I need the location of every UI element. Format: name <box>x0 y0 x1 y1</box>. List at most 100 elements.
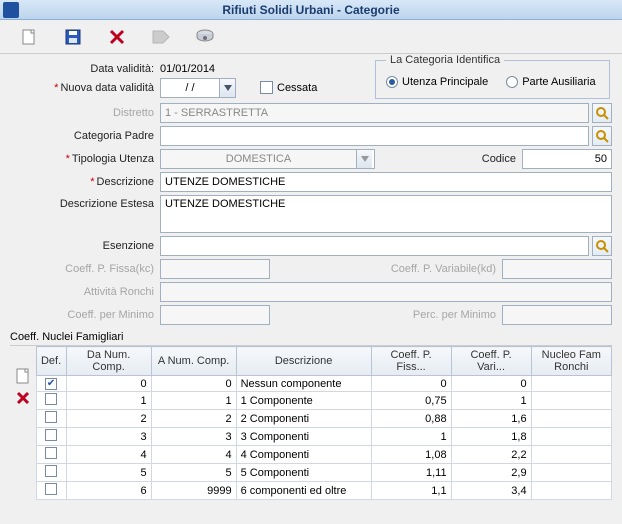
cell-da[interactable]: 4 <box>66 446 151 464</box>
row-def-checkbox[interactable] <box>45 447 57 459</box>
cell-var[interactable]: 1,8 <box>451 428 531 446</box>
cell-a[interactable]: 1 <box>151 392 236 410</box>
window-title: Rifiuti Solidi Urbani - Categorie <box>222 3 399 17</box>
cell-fiss[interactable]: 0 <box>371 376 451 392</box>
label-data-validita: Data validità: <box>10 63 160 75</box>
cell-var[interactable]: 2,2 <box>451 446 531 464</box>
cell-a[interactable]: 5 <box>151 464 236 482</box>
delete-button[interactable] <box>106 26 128 48</box>
label-attivita-ronchi: Attività Ronchi <box>10 286 160 298</box>
cell-da[interactable]: 0 <box>66 376 151 392</box>
nuova-data-input[interactable] <box>160 78 236 98</box>
cell-a[interactable]: 4 <box>151 446 236 464</box>
cell-ronchi[interactable] <box>531 410 611 428</box>
table-row[interactable]: 444 Componenti1,082,2 <box>36 446 611 464</box>
col-a-num[interactable]: A Num. Comp. <box>151 347 236 376</box>
cell-ronchi[interactable] <box>531 392 611 410</box>
tipologia-field <box>161 150 356 168</box>
tipologia-combo[interactable] <box>160 149 375 169</box>
col-da-num[interactable]: Da Num. Comp. <box>66 347 151 376</box>
cell-var[interactable]: 1 <box>451 392 531 410</box>
new-button[interactable] <box>18 26 40 48</box>
form-content: Data validità: 01/01/2014 Nuova data val… <box>0 54 622 504</box>
cell-descr[interactable]: 5 Componenti <box>236 464 371 482</box>
cell-var[interactable]: 2,9 <box>451 464 531 482</box>
cell-var[interactable]: 0 <box>451 376 531 392</box>
cell-da[interactable]: 5 <box>66 464 151 482</box>
title-bar: Rifiuti Solidi Urbani - Categorie <box>0 0 622 20</box>
descr-estesa-field[interactable]: UTENZE DOMESTICHE <box>160 195 612 233</box>
cell-da[interactable]: 1 <box>66 392 151 410</box>
cell-ronchi[interactable] <box>531 482 611 500</box>
table-row[interactable]: 699996 componenti ed oltre1,13,4 <box>36 482 611 500</box>
cell-descr[interactable]: 3 Componenti <box>236 428 371 446</box>
codice-field[interactable] <box>522 149 612 169</box>
cell-descr[interactable]: 4 Componenti <box>236 446 371 464</box>
descrizione-field[interactable] <box>160 172 612 192</box>
coeff-table[interactable]: Def. Da Num. Comp. A Num. Comp. Descrizi… <box>36 346 612 500</box>
col-ronchi[interactable]: Nucleo Fam Ronchi <box>531 347 611 376</box>
cell-fiss[interactable]: 1 <box>371 428 451 446</box>
radio-parte-ausiliaria[interactable]: Parte Ausiliaria <box>506 76 595 88</box>
cell-fiss[interactable]: 1,1 <box>371 482 451 500</box>
esenzione-search-button[interactable] <box>592 236 612 256</box>
distretto-search-button[interactable] <box>592 103 612 123</box>
esenzione-field[interactable] <box>160 236 589 256</box>
save-button[interactable] <box>62 26 84 48</box>
row-def-checkbox[interactable] <box>45 429 57 441</box>
cell-da[interactable]: 6 <box>66 482 151 500</box>
table-row[interactable]: 111 Componente0,751 <box>36 392 611 410</box>
add-row-button[interactable] <box>15 368 31 387</box>
cell-a[interactable]: 3 <box>151 428 236 446</box>
cell-da[interactable]: 2 <box>66 410 151 428</box>
cell-descr[interactable]: 1 Componente <box>236 392 371 410</box>
cell-var[interactable]: 1,6 <box>451 410 531 428</box>
cessata-label: Cessata <box>277 82 317 94</box>
label-codice: Codice <box>482 153 522 165</box>
cessata-checkbox[interactable]: Cessata <box>260 81 317 94</box>
cell-a[interactable]: 9999 <box>151 482 236 500</box>
row-def-checkbox[interactable] <box>45 411 57 423</box>
table-row[interactable]: 333 Componenti11,8 <box>36 428 611 446</box>
cell-descr[interactable]: 6 componenti ed oltre <box>236 482 371 500</box>
label-descr-estesa: Descrizione Estesa <box>10 195 160 210</box>
cell-fiss[interactable]: 1,08 <box>371 446 451 464</box>
section-coeff-nuclei: Coeff. Nuclei Famigliari <box>10 331 612 343</box>
cell-ronchi[interactable] <box>531 428 611 446</box>
table-row[interactable]: 00Nessun componente00 <box>36 376 611 392</box>
table-area: Def. Da Num. Comp. A Num. Comp. Descrizi… <box>10 345 612 500</box>
tag-button[interactable] <box>150 26 172 48</box>
radio-utenza-principale[interactable]: Utenza Principale <box>386 76 488 88</box>
row-def-checkbox[interactable] <box>45 483 57 495</box>
cell-ronchi[interactable] <box>531 376 611 392</box>
tipologia-dropdown[interactable] <box>356 150 372 168</box>
table-row[interactable]: 222 Componenti0,881,6 <box>36 410 611 428</box>
cell-a[interactable]: 0 <box>151 376 236 392</box>
cell-var[interactable]: 3,4 <box>451 482 531 500</box>
row-def-checkbox[interactable] <box>45 378 57 390</box>
col-fiss[interactable]: Coeff. P. Fiss... <box>371 347 451 376</box>
label-nuova-data: Nuova data validità <box>10 82 160 94</box>
cell-a[interactable]: 2 <box>151 410 236 428</box>
categoria-padre-field[interactable] <box>160 126 589 146</box>
cell-fiss[interactable]: 1,11 <box>371 464 451 482</box>
nuova-data-field[interactable] <box>161 79 219 97</box>
col-def[interactable]: Def. <box>36 347 66 376</box>
cell-fiss[interactable]: 0,88 <box>371 410 451 428</box>
categoria-padre-search-button[interactable] <box>592 126 612 146</box>
camera-button[interactable] <box>194 26 216 48</box>
cell-fiss[interactable]: 0,75 <box>371 392 451 410</box>
table-row[interactable]: 555 Componenti1,112,9 <box>36 464 611 482</box>
col-descr[interactable]: Descrizione <box>236 347 371 376</box>
cell-da[interactable]: 3 <box>66 428 151 446</box>
cell-descr[interactable]: 2 Componenti <box>236 410 371 428</box>
cell-ronchi[interactable] <box>531 464 611 482</box>
delete-row-button[interactable] <box>16 391 30 408</box>
row-def-checkbox[interactable] <box>45 393 57 405</box>
nuova-data-dropdown[interactable] <box>219 79 235 97</box>
coeff-minimo-field <box>160 305 270 325</box>
cell-ronchi[interactable] <box>531 446 611 464</box>
col-var[interactable]: Coeff. P. Vari... <box>451 347 531 376</box>
cell-descr[interactable]: Nessun componente <box>236 376 371 392</box>
row-def-checkbox[interactable] <box>45 465 57 477</box>
